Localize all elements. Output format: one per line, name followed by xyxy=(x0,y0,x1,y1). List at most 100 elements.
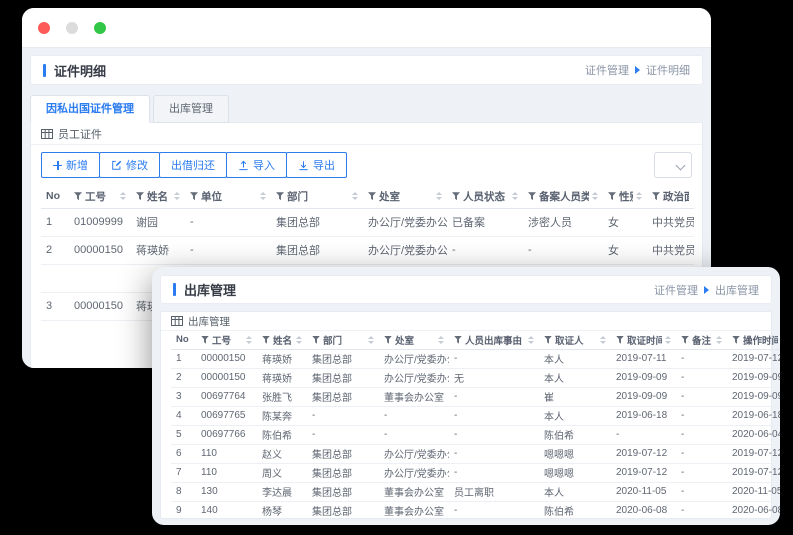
sort-icon[interactable] xyxy=(257,189,266,203)
col-office[interactable]: 处室 xyxy=(363,185,447,209)
title-accent-bar xyxy=(43,63,46,77)
col-operation-time[interactable]: 操作时间 xyxy=(727,331,780,350)
sort-icon[interactable] xyxy=(243,333,252,347)
cell: 2020-11-05 xyxy=(727,482,780,502)
cell: 2 xyxy=(41,236,69,265)
sort-icon[interactable] xyxy=(117,189,126,203)
sort-icon[interactable] xyxy=(525,333,534,347)
filter-icon[interactable] xyxy=(454,335,462,344)
cell: - xyxy=(307,425,379,445)
filter-icon[interactable] xyxy=(136,192,144,201)
col-office[interactable]: 处室 xyxy=(379,331,449,350)
breadcrumb-parent-link[interactable]: 证件管理 xyxy=(654,282,698,298)
sort-icon[interactable] xyxy=(597,333,606,347)
filter-icon[interactable] xyxy=(368,192,376,201)
sort-icon[interactable] xyxy=(435,333,444,347)
col-outbound-reason[interactable]: 人员出库事由 xyxy=(449,331,539,350)
col-filed-category[interactable]: 备案人员类别 xyxy=(523,185,603,209)
cell: 员工离职 xyxy=(449,482,539,502)
cell: 2019-09-09 xyxy=(611,368,676,388)
col-cert-time[interactable]: 取证时间 xyxy=(611,331,676,350)
col-name[interactable]: 姓名 xyxy=(131,185,185,209)
col-employee-id[interactable]: 工号 xyxy=(196,331,257,350)
modify-button[interactable]: 修改 xyxy=(99,152,160,178)
cell: 蒋瑛娇 xyxy=(131,236,185,265)
filter-icon[interactable] xyxy=(262,335,270,344)
sort-icon[interactable] xyxy=(662,333,671,347)
cell: 集团总部 xyxy=(307,387,379,407)
filter-icon[interactable] xyxy=(312,335,320,344)
cell: - xyxy=(449,463,539,483)
tab-private-overseas-cert-mgmt[interactable]: 因私出国证件管理 xyxy=(30,95,150,123)
sort-icon[interactable] xyxy=(365,333,374,347)
cell: - xyxy=(676,444,727,464)
sort-icon[interactable] xyxy=(509,189,518,203)
cell: 女 xyxy=(603,236,647,265)
filter-icon[interactable] xyxy=(74,192,82,201)
cell: 6 xyxy=(171,444,196,464)
filter-icon[interactable] xyxy=(201,335,209,344)
cell: - xyxy=(379,425,449,445)
filter-icon[interactable] xyxy=(616,335,624,344)
edit-icon xyxy=(112,160,122,170)
cell: 本人 xyxy=(539,368,611,388)
cell: 3 xyxy=(41,292,69,321)
breadcrumb-parent-link[interactable]: 证件管理 xyxy=(585,62,629,78)
col-person-status[interactable]: 人员状态 xyxy=(447,185,523,209)
chevron-down-icon xyxy=(675,160,686,171)
sort-icon[interactable] xyxy=(433,189,442,203)
cell: 办公厅/党委办公室 xyxy=(379,349,449,369)
col-political-status[interactable]: 政治面貌 xyxy=(647,185,694,209)
col-department[interactable]: 部门 xyxy=(307,331,379,350)
cell: 蒋瑛娇 xyxy=(257,368,307,388)
filter-icon[interactable] xyxy=(276,192,284,201)
cell: 2019-07-12 xyxy=(727,349,780,369)
cell: 4 xyxy=(171,406,196,426)
toolbar-select[interactable] xyxy=(654,152,692,178)
cell: 集团总部 xyxy=(307,368,379,388)
col-name[interactable]: 姓名 xyxy=(257,331,307,350)
lend-return-button[interactable]: 出借归还 xyxy=(159,152,227,178)
cell: 李达晨 xyxy=(257,482,307,502)
table-row: 9 140 杨琴 集团总部 董事会办公室 - 陈伯希 2020-06-08-2020-06-0… xyxy=(171,501,780,521)
filter-icon[interactable] xyxy=(384,335,392,344)
add-button[interactable]: 新增 xyxy=(41,152,100,178)
breadcrumb-arrow-icon xyxy=(704,285,709,294)
filter-icon[interactable] xyxy=(452,192,460,201)
cell: 董事会办公室 xyxy=(379,482,449,502)
filter-icon[interactable] xyxy=(544,335,552,344)
tab-outbound-mgmt[interactable]: 出库管理 xyxy=(153,95,229,123)
cell: 集团总部 xyxy=(307,501,379,521)
sort-icon[interactable] xyxy=(589,189,598,203)
col-unit[interactable]: 单位 xyxy=(185,185,271,209)
col-gender[interactable]: 性别 xyxy=(603,185,647,209)
export-button[interactable]: 导出 xyxy=(286,152,347,178)
close-window-icon[interactable] xyxy=(38,21,50,34)
filter-icon[interactable] xyxy=(528,192,536,201)
cell: 130 xyxy=(196,482,257,502)
col-employee-id[interactable]: 工号 xyxy=(69,185,131,209)
filter-icon[interactable] xyxy=(681,335,689,344)
col-cert-taker[interactable]: 取证人 xyxy=(539,331,611,350)
sort-icon[interactable] xyxy=(713,333,722,347)
page-header: 出库管理 证件管理 出库管理 xyxy=(160,275,772,304)
cell: 7 xyxy=(171,463,196,483)
col-remark[interactable]: 备注 xyxy=(676,331,727,350)
filter-icon[interactable] xyxy=(652,192,660,201)
sort-icon[interactable] xyxy=(171,189,180,203)
sort-icon[interactable] xyxy=(293,333,302,347)
filter-icon[interactable] xyxy=(608,192,616,201)
cell: 集团总部 xyxy=(307,444,379,464)
tab-bar: 因私出国证件管理 出库管理 xyxy=(30,95,703,123)
cell: 董事会办公室 xyxy=(379,387,449,407)
minimize-window-icon[interactable] xyxy=(66,21,78,34)
filter-icon[interactable] xyxy=(190,192,198,201)
import-button[interactable]: 导入 xyxy=(226,152,287,178)
cell: - xyxy=(447,236,523,265)
table-row: 200000150蒋瑛娇-集团总部办公厅/党委办公室--女中共党员 xyxy=(41,236,694,265)
sort-icon[interactable] xyxy=(349,189,358,203)
filter-icon[interactable] xyxy=(732,335,740,344)
maximize-window-icon[interactable] xyxy=(94,21,106,34)
sort-icon[interactable] xyxy=(633,189,642,203)
col-department[interactable]: 部门 xyxy=(271,185,363,209)
